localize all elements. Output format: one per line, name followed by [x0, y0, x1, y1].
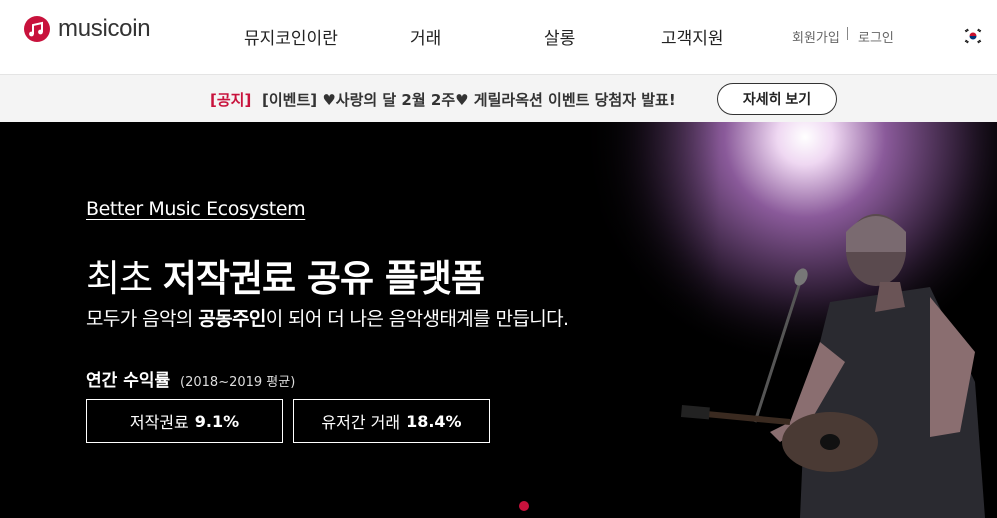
nav-item-about[interactable]: 뮤지코인이란	[244, 24, 338, 49]
hero-banner: Better Music Ecosystem 최초 저작권료 공유 플랫폼 모두…	[0, 122, 997, 518]
notice-tag: [공지]	[210, 91, 252, 109]
stat-label: 유저간 거래	[321, 413, 401, 432]
subline-pre: 모두가 음악의	[86, 308, 193, 330]
stat-label: 저작권료	[129, 413, 189, 432]
stat-value: 9.1%	[194, 411, 240, 431]
hero-subline: 모두가 음악의 공동주인이 되어 더 나은 음악생태계를 만듭니다.	[86, 304, 569, 331]
nav-item-trade[interactable]: 거래	[410, 24, 441, 49]
hero-eyebrow: Better Music Ecosystem	[86, 198, 306, 220]
stat-box-royalty: 저작권료 9.1%	[86, 399, 283, 443]
korea-flag-icon[interactable]	[963, 28, 983, 44]
site-header: musicoin 뮤지코인이란 거래 살롱 고객지원 회원가입 로그인	[0, 0, 997, 75]
notice-text-link[interactable]: [이벤트] ♥사랑의 달 2월 2주♥ 게릴라옥션 이벤트 당첨자 발표!	[262, 89, 676, 110]
login-link[interactable]: 로그인	[858, 27, 894, 46]
nav-item-salon[interactable]: 살롱	[544, 24, 575, 49]
hero-headline: 최초 저작권료 공유 플랫폼	[86, 248, 485, 302]
stat-box-user-trade: 유저간 거래 18.4%	[293, 399, 490, 443]
subline-post: 이 되어 더 나은 음악생태계를 만듭니다.	[265, 308, 569, 330]
view-details-button[interactable]: 자세히 보기	[717, 83, 837, 115]
logo-text: musicoin	[58, 15, 151, 42]
headline-bold: 저작권료 공유 플랫폼	[162, 257, 485, 300]
notice-bar: [공지] [이벤트] ♥사랑의 달 2월 2주♥ 게릴라옥션 이벤트 당첨자 발…	[0, 75, 997, 122]
yield-label: 연간 수익률	[86, 371, 171, 391]
headline-light: 최초	[86, 257, 153, 300]
yield-period-note: (2018~2019 평균)	[180, 375, 296, 390]
divider	[847, 27, 848, 40]
subline-bold: 공동주인	[198, 308, 266, 330]
stat-value: 18.4%	[406, 411, 462, 431]
logo[interactable]: musicoin	[24, 15, 151, 43]
nav-item-support[interactable]: 고객지원	[661, 24, 724, 49]
slide-indicator-dot[interactable]	[519, 501, 529, 511]
yield-heading: 연간 수익률 (2018~2019 평균)	[86, 366, 295, 391]
music-note-logo-icon	[24, 16, 50, 42]
signup-link[interactable]: 회원가입	[792, 27, 840, 46]
